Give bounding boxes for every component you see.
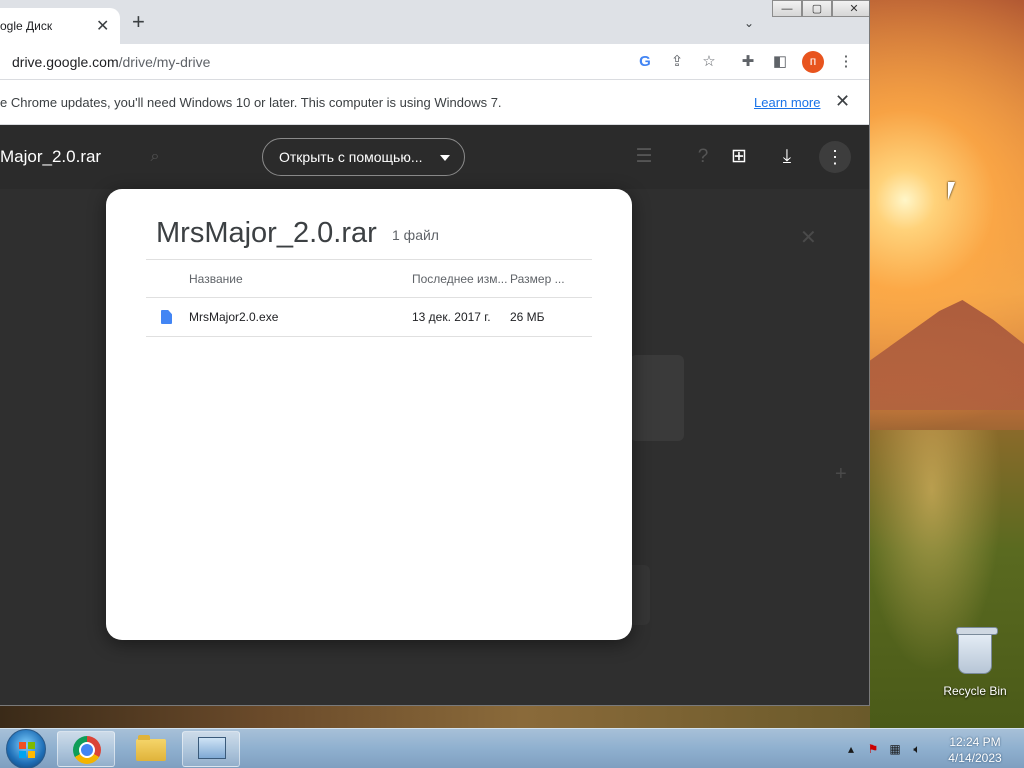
viewer-file-title: Major_2.0.rar	[0, 147, 102, 166]
google-lens-icon[interactable]: G	[635, 52, 655, 72]
file-viewer-header: Major_2.0.rar ⌕ Открыть с помощью... ☰ ?…	[0, 125, 869, 189]
computer-icon	[198, 737, 226, 759]
taskbar-chrome[interactable]	[57, 731, 115, 767]
clock-date: 4/14/2023	[948, 751, 1002, 765]
tab-google-drive[interactable]: ogle Диск ✕	[0, 8, 120, 44]
table-header: Название Последнее изм... Размер ...	[146, 259, 592, 298]
volume-icon[interactable]: 🔈︎	[906, 742, 928, 757]
open-with-label: Открыть с помощью...	[279, 149, 423, 165]
column-header-modified[interactable]: Последнее изм...	[412, 272, 507, 286]
row-file-modified: 13 дек. 2017 г.	[412, 310, 491, 324]
update-infobar: e Chrome updates, you'll need Windows 10…	[0, 80, 869, 125]
minimize-button[interactable]: —	[772, 0, 802, 17]
clock-time: 12:24 PM	[949, 735, 1001, 749]
file-document-icon	[161, 310, 172, 324]
profile-avatar[interactable]: п	[802, 51, 824, 73]
tab-title: ogle Диск	[0, 19, 53, 33]
browser-toolbar: drive.google.com/drive/my-drive G ⇪ ☆ ✚ …	[0, 44, 869, 80]
bookmark-star-icon[interactable]: ☆	[699, 52, 719, 72]
filter-icon: ☰	[635, 146, 653, 167]
row-file-size: 26 МБ	[510, 310, 545, 324]
tab-strip: ogle Диск ✕ + ⌄ — ▢ ✕	[0, 0, 869, 44]
show-hidden-icons-icon[interactable]: ▴	[840, 742, 862, 756]
wallpaper-ground	[0, 706, 870, 730]
address-bar[interactable]: drive.google.com/drive/my-drive	[0, 44, 210, 80]
add-to-drive-icon[interactable]: ⊞	[727, 145, 751, 169]
action-center-flag-icon[interactable]: ⚑	[862, 742, 884, 756]
new-tab-icon[interactable]: +	[132, 11, 145, 33]
wallpaper-hills	[870, 300, 1024, 410]
open-with-button[interactable]: Открыть с помощью...	[262, 138, 465, 176]
extensions-puzzle-icon[interactable]: ✚	[738, 52, 758, 72]
archive-file-table: Название Последнее изм... Размер ... Mrs…	[146, 259, 592, 337]
start-button[interactable]	[6, 729, 46, 768]
background-close-icon: ✕	[800, 227, 817, 249]
windows-taskbar: ▴ ⚑ ▦ 🔈︎ 12:24 PM 4/14/2023	[0, 728, 1024, 768]
more-options-icon[interactable]: ⋮	[819, 141, 851, 173]
close-window-button[interactable]: ✕	[832, 0, 869, 17]
recycle-bin-icon	[956, 627, 998, 674]
mouse-cursor-icon	[948, 182, 962, 200]
search-icon: ⌕	[150, 148, 160, 165]
chrome-menu-icon[interactable]: ⋮	[836, 52, 856, 72]
chrome-window: ogle Диск ✕ + ⌄ — ▢ ✕ drive.google.com/d…	[0, 0, 870, 706]
infobar-close-icon[interactable]: ✕	[835, 91, 850, 112]
download-icon[interactable]: ⤓	[775, 145, 799, 169]
folder-icon	[136, 735, 166, 761]
column-header-size[interactable]: Размер ...	[510, 272, 565, 286]
maximize-button[interactable]: ▢	[802, 0, 832, 17]
share-icon[interactable]: ⇪	[667, 52, 687, 72]
dialog-file-count: 1 файл	[392, 227, 439, 243]
recycle-bin-label: Recycle Bin	[943, 684, 1007, 698]
window-controls: — ▢ ✕	[772, 0, 869, 18]
row-file-name: MrsMajor2.0.exe	[189, 310, 279, 324]
tab-search-chevron-icon[interactable]: ⌄	[744, 16, 754, 30]
help-icon: ?	[697, 146, 709, 167]
url-host: drive.google.com	[12, 54, 119, 70]
url-path: /drive/my-drive	[118, 54, 211, 70]
archive-contents-dialog: MrsMajor_2.0.rar 1 файл Название Последн…	[106, 189, 632, 640]
tab-close-icon[interactable]: ✕	[96, 16, 109, 36]
infobar-message: e Chrome updates, you'll need Windows 10…	[0, 95, 502, 110]
table-row[interactable]: MrsMajor2.0.exe 13 дек. 2017 г. 26 МБ	[146, 298, 592, 337]
recycle-bin[interactable]: Recycle Bin	[940, 627, 1010, 698]
chrome-icon	[73, 736, 101, 764]
background-add-icon: +	[835, 463, 847, 485]
taskbar-explorer[interactable]	[120, 731, 178, 767]
network-icon[interactable]: ▦	[884, 742, 906, 756]
system-tray: ▴ ⚑ ▦ 🔈︎	[840, 729, 928, 768]
open-with-caret-icon	[440, 155, 450, 161]
dialog-title: MrsMajor_2.0.rar	[156, 217, 377, 249]
background-file-preview	[630, 355, 684, 441]
learn-more-link[interactable]: Learn more	[754, 95, 820, 110]
taskbar-app[interactable]	[182, 731, 240, 767]
side-panel-icon[interactable]: ◧	[770, 52, 790, 72]
taskbar-clock[interactable]: 12:24 PM 4/14/2023	[940, 734, 1010, 766]
column-header-name[interactable]: Название	[189, 272, 243, 286]
